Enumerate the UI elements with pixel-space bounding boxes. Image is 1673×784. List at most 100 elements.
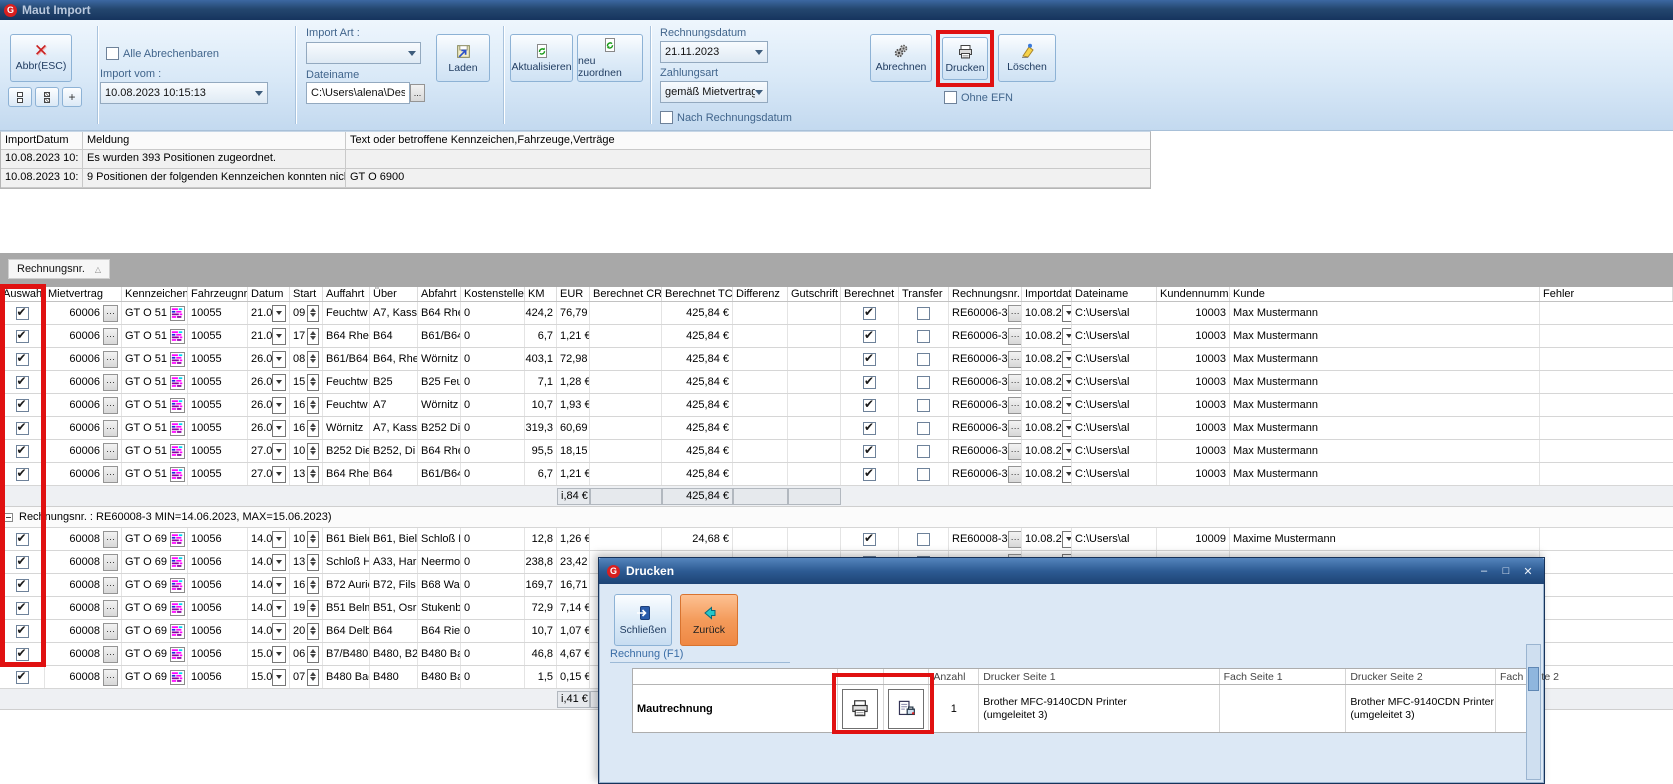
mietvertrag-ellipsis-button[interactable]: ···: [103, 646, 118, 663]
row-select-checkbox[interactable]: [16, 353, 29, 366]
row-select-checkbox[interactable]: [16, 579, 29, 592]
importdat-dropdown-button[interactable]: [1062, 305, 1072, 322]
grid-row[interactable]: 60006··· GT O 51 10055 21.0 09 Feuchtw A…: [0, 302, 1673, 325]
row-select-checkbox[interactable]: [16, 648, 29, 661]
rechnungsdatum-dropdown[interactable]: 21.11.2023: [660, 41, 768, 63]
importdat-dropdown-button[interactable]: [1062, 374, 1072, 391]
importdat-dropdown-button[interactable]: [1062, 351, 1072, 368]
mietvertrag-ellipsis-button[interactable]: ···: [103, 600, 118, 617]
minimize-button[interactable]: –: [1476, 565, 1492, 577]
berechnet-checkbox[interactable]: [863, 399, 876, 412]
check-all-button[interactable]: [35, 87, 59, 107]
mietvertrag-ellipsis-button[interactable]: ···: [103, 466, 118, 483]
berechnet-checkbox[interactable]: [863, 468, 876, 481]
col-berechnet[interactable]: Berechnet: [841, 287, 899, 301]
browse-button[interactable]: ...: [410, 84, 425, 102]
abrechnen-button[interactable]: Abrechnen: [870, 34, 932, 82]
import-art-dropdown[interactable]: [306, 42, 421, 64]
datum-dropdown-button[interactable]: [272, 600, 286, 617]
transfer-checkbox[interactable]: [917, 445, 930, 458]
schliessen-button[interactable]: Schließen: [614, 594, 672, 646]
start-spinner[interactable]: [307, 420, 319, 437]
abort-button[interactable]: ✕ Abbr(ESC): [10, 34, 72, 82]
start-spinner[interactable]: [307, 328, 319, 345]
col-start[interactable]: Start: [290, 287, 323, 301]
importdat-dropdown-button[interactable]: [1062, 443, 1072, 460]
rechnungsnr-ellipsis-button[interactable]: ···: [1008, 351, 1022, 368]
rechnungsnr-ellipsis-button[interactable]: ···: [1008, 374, 1022, 391]
start-spinner[interactable]: [307, 466, 319, 483]
datum-dropdown-button[interactable]: [272, 351, 286, 368]
loeschen-button[interactable]: Löschen: [998, 34, 1056, 82]
close-button[interactable]: ✕: [1520, 565, 1536, 578]
mietvertrag-ellipsis-button[interactable]: ···: [103, 669, 118, 686]
col-auffahrt[interactable]: Auffahrt: [323, 287, 370, 301]
datum-dropdown-button[interactable]: [272, 623, 286, 640]
start-spinner[interactable]: [307, 397, 319, 414]
import-vom-dropdown[interactable]: 10.08.2023 10:15:13: [100, 82, 268, 104]
datum-dropdown-button[interactable]: [272, 305, 286, 322]
berechnet-checkbox[interactable]: [863, 353, 876, 366]
col-transfer[interactable]: Transfer: [899, 287, 949, 301]
importdat-dropdown-button[interactable]: [1062, 328, 1072, 345]
mietvertrag-ellipsis-button[interactable]: ···: [103, 443, 118, 460]
nach-rechnungsdatum-checkbox[interactable]: Nach Rechnungsdatum: [660, 111, 792, 124]
datum-dropdown-button[interactable]: [272, 466, 286, 483]
berechnet-checkbox[interactable]: [863, 330, 876, 343]
row-select-checkbox[interactable]: [16, 422, 29, 435]
col-gutschrift[interactable]: Gutschrift: [788, 287, 841, 301]
grid-row[interactable]: 60008··· GT O 69 10056 14.0 10 B61 Biele…: [0, 528, 1673, 551]
row-select-checkbox[interactable]: [16, 533, 29, 546]
col-differenz[interactable]: Differenz: [733, 287, 788, 301]
datum-dropdown-button[interactable]: [272, 443, 286, 460]
col-abfahrt[interactable]: Abfahrt: [418, 287, 461, 301]
grid-row[interactable]: 60006··· GT O 51 10055 26.0 15 Feuchtw B…: [0, 371, 1673, 394]
col-fahrzeugnr[interactable]: Fahrzeugnr: [188, 287, 248, 301]
datum-dropdown-button[interactable]: [272, 397, 286, 414]
datum-dropdown-button[interactable]: [272, 554, 286, 571]
start-spinner[interactable]: [307, 531, 319, 548]
col-text[interactable]: Text oder betroffene Kennzeichen,Fahrzeu…: [346, 132, 1150, 149]
col-berechnet-cr[interactable]: Berechnet CR: [590, 287, 662, 301]
grid-row[interactable]: 60006··· GT O 51 10055 27.0 13 B64 Rhei …: [0, 463, 1673, 486]
transfer-checkbox[interactable]: [917, 330, 930, 343]
rechnungsnr-ellipsis-button[interactable]: ···: [1008, 397, 1022, 414]
rechnungsnr-ellipsis-button[interactable]: ···: [1008, 466, 1022, 483]
transfer-checkbox[interactable]: [917, 307, 930, 320]
datum-dropdown-button[interactable]: [272, 577, 286, 594]
datum-dropdown-button[interactable]: [272, 374, 286, 391]
drucken-button[interactable]: Drucken: [942, 37, 988, 80]
start-spinner[interactable]: [307, 669, 319, 686]
message-row[interactable]: 10.08.2023 10: 9 Positionen der folgende…: [1, 169, 1150, 188]
grid-row[interactable]: 60006··· GT O 51 10055 26.0 16 Wörnitz A…: [0, 417, 1673, 440]
mietvertrag-ellipsis-button[interactable]: ···: [103, 577, 118, 594]
row-select-checkbox[interactable]: [16, 556, 29, 569]
rechnungsnr-ellipsis-button[interactable]: ···: [1008, 305, 1022, 322]
col-auswahl[interactable]: Auswahl: [0, 287, 45, 301]
row-select-checkbox[interactable]: [16, 625, 29, 638]
start-spinner[interactable]: [307, 554, 319, 571]
expand-button[interactable]: +: [62, 87, 82, 107]
start-spinner[interactable]: [307, 351, 319, 368]
col-km[interactable]: KM: [525, 287, 557, 301]
mietvertrag-ellipsis-button[interactable]: ···: [103, 351, 118, 368]
col-dateiname[interactable]: Dateiname: [1072, 287, 1157, 301]
message-row[interactable]: 10.08.2023 10: Es wurden 393 Positionen …: [1, 150, 1150, 169]
grid-row[interactable]: 60006··· GT O 51 10055 26.0 16 Feuchtw A…: [0, 394, 1673, 417]
mietvertrag-ellipsis-button[interactable]: ···: [103, 305, 118, 322]
datum-dropdown-button[interactable]: [272, 420, 286, 437]
grid-row[interactable]: 60006··· GT O 51 10055 21.0 17 B64 Rhei …: [0, 325, 1673, 348]
collapse-icon[interactable]: [4, 513, 13, 522]
uncheck-all-button[interactable]: [8, 87, 32, 107]
row-select-checkbox[interactable]: [16, 602, 29, 615]
datum-dropdown-button[interactable]: [272, 531, 286, 548]
start-spinner[interactable]: [307, 305, 319, 322]
dateiname-input[interactable]: C:\Users\alena\Desk: [306, 82, 410, 104]
zahlungsart-dropdown[interactable]: gemäß Mietvertrag: [660, 81, 768, 103]
berechnet-checkbox[interactable]: [863, 533, 876, 546]
transfer-checkbox[interactable]: [917, 422, 930, 435]
start-spinner[interactable]: [307, 443, 319, 460]
row-select-checkbox[interactable]: [16, 307, 29, 320]
mietvertrag-ellipsis-button[interactable]: ···: [103, 554, 118, 571]
importdat-dropdown-button[interactable]: [1062, 420, 1072, 437]
